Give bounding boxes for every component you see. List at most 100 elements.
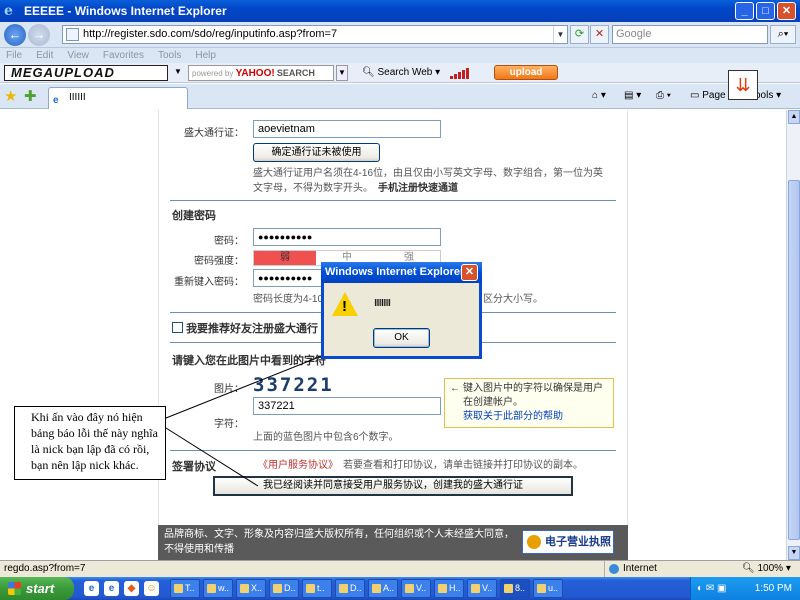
megaupload-logo: MEGAUPLOAD (4, 65, 168, 81)
agreement-text: 若要查看和打印协议，请单击链接并打印协议的副本。 (343, 460, 583, 471)
clock: 1:50 PM (754, 583, 792, 594)
taskbar-item[interactable]: t.. (302, 579, 332, 598)
upload-button[interactable]: upload (494, 65, 558, 80)
quicklaunch-app-icon[interactable]: ◆ (124, 581, 139, 596)
dialog-ok-button[interactable]: OK (373, 328, 430, 348)
toolbar-dropdown-icon[interactable]: ▼ (174, 67, 182, 76)
security-zone: Internet (604, 561, 714, 577)
alert-dialog: Windows Internet Explorer ✕ ! IIIIIIIII … (321, 262, 482, 359)
captcha-tip: ← 键入图片中的字符以确保是用户在创建帐户。 获取关于此部分的帮助 (444, 378, 614, 428)
yahoo-search-input[interactable]: powered by YAHOO! SEARCH (188, 65, 334, 81)
quicklaunch-ie-icon[interactable]: e (84, 581, 99, 596)
add-favorites-icon[interactable]: ✚ (24, 87, 37, 105)
address-dropdown-icon[interactable]: ▼ (553, 26, 567, 43)
taskbar-item[interactable]: T.. (170, 579, 200, 598)
zoom-level[interactable]: 🔍︎ 100% ▾ (732, 561, 791, 577)
captcha-image: 337221 (253, 374, 334, 396)
tip-help-link[interactable]: 获取关于此部分的帮助 (463, 411, 563, 422)
captcha-section-title: 请键入您在此图片中看到的字符 (172, 355, 326, 367)
taskbar-item[interactable]: w.. (203, 579, 233, 598)
taskbar-item[interactable]: V.. (401, 579, 431, 598)
left-divider (158, 110, 159, 560)
dialog-close-button[interactable]: ✕ (461, 264, 478, 281)
feeds-icon[interactable]: ▤ ▾ (624, 88, 641, 104)
status-text: regdo.asp?from=7 (4, 563, 86, 574)
agree-create-button[interactable]: 我已经阅读并同意接受用户服务协议，创建我的盛大通行证 (213, 476, 573, 496)
minimize-button[interactable]: _ (735, 2, 754, 20)
strength-weak: 弱 (254, 251, 316, 265)
menu-tools[interactable]: Tools (158, 48, 181, 63)
favorites-star-icon[interactable]: ★ (4, 87, 17, 105)
tab-bar: ★ ✚ e IIIIII ⌂ ▾ ▤ ▾ ⎙ ▾ ▭ Page ▾ Tools … (0, 84, 800, 109)
mobile-register-link[interactable]: 手机注册快速通道 (378, 183, 458, 194)
business-license-badge[interactable]: 电子营业执照 (522, 530, 614, 554)
taskbar-item[interactable]: D.. (269, 579, 299, 598)
search-input[interactable]: Google (612, 25, 768, 44)
menu-view[interactable]: View (67, 48, 89, 63)
download-icon[interactable]: ⇊ (728, 70, 758, 100)
tray-icons[interactable]: ◐ ✉ ▣ (697, 577, 726, 600)
recommend-checkbox[interactable] (172, 322, 183, 333)
ie-tab-icon: e (53, 95, 59, 106)
address-bar[interactable]: http://register.sdo.com/sdo/reg/inputinf… (62, 25, 568, 44)
scroll-up-icon[interactable]: ▲ (788, 110, 800, 124)
divider (170, 200, 616, 201)
maximize-button[interactable]: □ (756, 2, 775, 20)
agreement-link[interactable]: 《用户服务协议》 (258, 458, 338, 473)
check-account-button[interactable]: 确定通行证未被使用 (253, 143, 380, 162)
arrow-left-icon: ← (450, 383, 460, 394)
scroll-thumb[interactable] (788, 180, 800, 540)
page-menu[interactable]: ▭ Page ▾ (690, 88, 733, 104)
address-url: http://register.sdo.com/sdo/reg/inputinf… (83, 28, 338, 40)
window-title: EEEEE - Windows Internet Explorer (24, 4, 227, 18)
search-web-button[interactable]: 🔍︎ Search Web ▾ (362, 67, 440, 78)
quicklaunch-browser-icon[interactable]: e (104, 581, 119, 596)
confirm-password-label: 重新键入密码： (174, 277, 244, 288)
quicklaunch-messenger-icon[interactable]: ☺ (144, 581, 159, 596)
account-input[interactable]: aoevietnam (253, 120, 441, 138)
home-icon[interactable]: ⌂ ▾ (592, 88, 606, 104)
menu-file[interactable]: File (6, 48, 22, 63)
captcha-input[interactable]: 337221 (253, 397, 441, 415)
page-footer: 品牌商标、文字、形象及内容归盛大版权所有，任何组织或个人未经盛大同意，不得使用和… (158, 525, 628, 560)
refresh-button[interactable]: ⟳ (570, 25, 589, 44)
ie-logo-icon: e (4, 3, 13, 19)
status-bar: regdo.asp?from=7 Internet 🔍︎ 100% ▾ (0, 560, 800, 577)
taskbar-item[interactable]: V.. (467, 579, 497, 598)
tab-active[interactable]: e IIIIII (48, 87, 188, 109)
window-controls: _ □ ✕ (735, 2, 796, 20)
taskbar-item[interactable]: D.. (335, 579, 365, 598)
close-button[interactable]: ✕ (777, 2, 796, 20)
agreement-section-title: 签署协议 (172, 461, 216, 473)
taskbar: start e e ◆ ☺ T.. w.. X.. D.. t.. D.. A.… (0, 577, 800, 600)
password-hint-end: 区分大小写。 (483, 294, 543, 305)
menu-edit[interactable]: Edit (36, 48, 53, 63)
menu-bar: File Edit View Favorites Tools Help (0, 48, 800, 63)
menu-help[interactable]: Help (195, 48, 216, 63)
taskbar-item[interactable]: u.. (533, 579, 563, 598)
taskbar-item[interactable]: X.. (236, 579, 266, 598)
forward-button[interactable]: → (28, 24, 50, 46)
back-button[interactable]: ← (4, 24, 26, 46)
stop-button[interactable]: ✕ (590, 25, 609, 44)
recommend-option[interactable]: 我要推荐好友注册盛大通行 (172, 320, 318, 336)
system-tray: ◐ ✉ ▣ 1:50 PM (690, 577, 800, 600)
menu-favorites[interactable]: Favorites (103, 48, 144, 63)
signal-bars-icon (450, 68, 469, 79)
start-button[interactable]: start (0, 577, 74, 600)
title-bar: e EEEEE - Windows Internet Explorer _ □ … (0, 0, 800, 22)
taskbar-item-active[interactable]: 8.. (500, 579, 530, 598)
yahoo-dropdown-icon[interactable]: ▼ (336, 65, 348, 81)
tab-title: IIIIII (69, 92, 86, 103)
account-label: 盛大通行证： (184, 128, 244, 139)
search-button[interactable]: ⌕▾ (770, 25, 796, 44)
strength-label: 密码强度： (194, 256, 244, 267)
taskbar-item[interactable]: A.. (368, 579, 398, 598)
taskbar-item[interactable]: H.. (434, 579, 464, 598)
scroll-down-icon[interactable]: ▼ (788, 546, 800, 560)
password-input[interactable]: ●●●●●●●●●● (253, 228, 441, 246)
image-label: 图片： (214, 384, 244, 395)
vertical-scrollbar[interactable]: ▲ ▼ (786, 110, 800, 560)
print-icon[interactable]: ⎙ ▾ (656, 88, 671, 104)
right-divider (627, 110, 628, 560)
